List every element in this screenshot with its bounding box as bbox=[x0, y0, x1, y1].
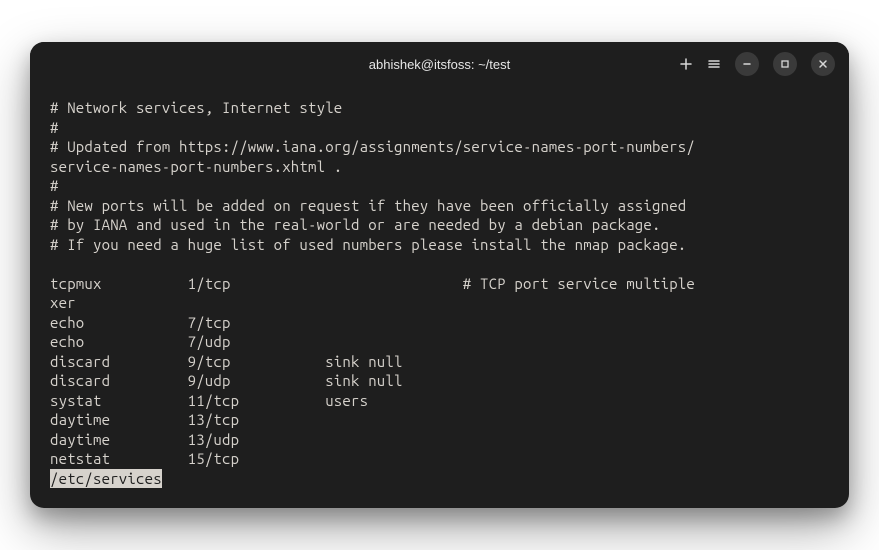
pager-status: /etc/services bbox=[50, 469, 162, 489]
terminal-body[interactable]: # Network services, Internet style # # U… bbox=[30, 86, 849, 508]
terminal-line: discard 9/tcp sink null bbox=[50, 353, 403, 370]
window-controls bbox=[510, 52, 835, 76]
terminal-line: # bbox=[50, 177, 59, 194]
minimize-button[interactable] bbox=[735, 52, 759, 76]
menu-icon[interactable] bbox=[707, 57, 721, 71]
close-button[interactable] bbox=[811, 52, 835, 76]
terminal-line: echo 7/udp bbox=[50, 333, 231, 350]
terminal-line: daytime 13/udp bbox=[50, 431, 239, 448]
terminal-line: # by IANA and used in the real-world or … bbox=[50, 216, 661, 233]
window-title: abhishek@itsfoss: ~/test bbox=[369, 57, 510, 72]
terminal-window: abhishek@itsfoss: ~/test # Network servi… bbox=[30, 42, 849, 508]
titlebar: abhishek@itsfoss: ~/test bbox=[30, 42, 849, 86]
maximize-button[interactable] bbox=[773, 52, 797, 76]
terminal-line: # Updated from https://www.iana.org/assi… bbox=[50, 138, 695, 155]
terminal-line: service-names-port-numbers.xhtml . bbox=[50, 158, 342, 175]
terminal-line: xer bbox=[50, 294, 76, 311]
new-tab-icon[interactable] bbox=[679, 57, 693, 71]
terminal-line: netstat 15/tcp bbox=[50, 450, 239, 467]
terminal-line: # New ports will be added on request if … bbox=[50, 197, 686, 214]
terminal-line: # If you need a huge list of used number… bbox=[50, 236, 686, 253]
terminal-line: # bbox=[50, 119, 59, 136]
terminal-line: echo 7/tcp bbox=[50, 314, 231, 331]
terminal-line: tcpmux 1/tcp # TCP port service multiple bbox=[50, 275, 695, 292]
terminal-line: # Network services, Internet style bbox=[50, 99, 342, 116]
terminal-line: discard 9/udp sink null bbox=[50, 372, 403, 389]
terminal-line: daytime 13/tcp bbox=[50, 411, 239, 428]
terminal-line: systat 11/tcp users bbox=[50, 392, 368, 409]
